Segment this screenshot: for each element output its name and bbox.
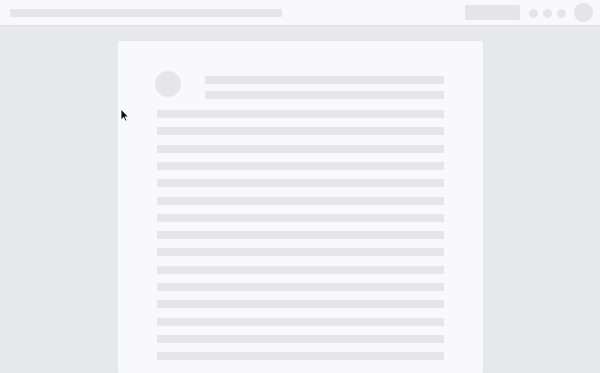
body-line-placeholder [157, 248, 444, 256]
user-avatar-icon[interactable] [574, 3, 593, 22]
mouse-pointer-icon [120, 108, 129, 122]
top-bar [0, 0, 600, 26]
menu-dot-icon[interactable] [529, 9, 538, 18]
action-button-placeholder[interactable] [465, 5, 520, 20]
body-line-placeholder [157, 318, 444, 326]
body-line-placeholder [157, 197, 444, 205]
body-line-placeholder [157, 335, 444, 343]
body-line-placeholder [157, 300, 444, 308]
title-placeholder [10, 9, 282, 17]
body-line-placeholder [157, 110, 444, 118]
header-line-placeholder [205, 91, 444, 99]
body-line-placeholder [157, 145, 444, 153]
body-line-placeholder [157, 352, 444, 360]
body-line-placeholder [157, 231, 444, 239]
body-line-placeholder [157, 179, 444, 187]
document-card [118, 41, 483, 373]
body-line-placeholder [157, 127, 444, 135]
author-avatar-icon [155, 71, 181, 97]
body-line-placeholder [157, 214, 444, 222]
body-line-placeholder [157, 283, 444, 291]
menu-dot-icon[interactable] [543, 9, 552, 18]
body-line-placeholder [157, 162, 444, 170]
header-line-placeholder [205, 76, 444, 84]
body-line-placeholder [157, 266, 444, 274]
menu-dot-icon[interactable] [557, 9, 566, 18]
